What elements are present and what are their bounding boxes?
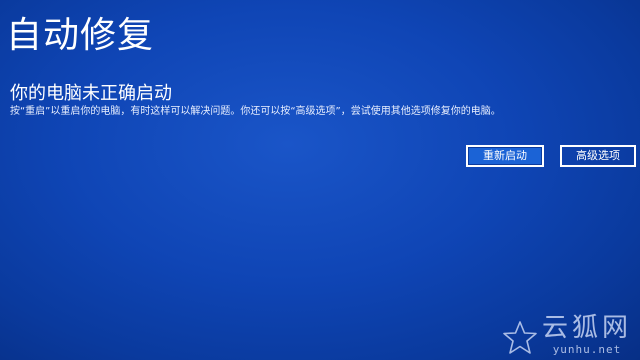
watermark-url: yunhu.net xyxy=(552,343,622,356)
restart-button[interactable]: 重新启动 xyxy=(466,145,544,167)
watermark: 云狐网 yunhu.net xyxy=(502,313,632,356)
error-message: 按“重启”以重启你的电脑，有时这样可以解决问题。你还可以按“高级选项”，尝试使用… xyxy=(10,106,501,117)
page-title: 自动修复 xyxy=(6,15,155,56)
advanced-options-button[interactable]: 高级选项 xyxy=(560,145,636,167)
watermark-text: 云狐网 yunhu.net xyxy=(542,313,632,356)
star-icon xyxy=(503,321,537,354)
error-heading: 你的电脑未正确启动 xyxy=(10,83,172,104)
watermark-brand: 云狐网 xyxy=(541,313,632,343)
